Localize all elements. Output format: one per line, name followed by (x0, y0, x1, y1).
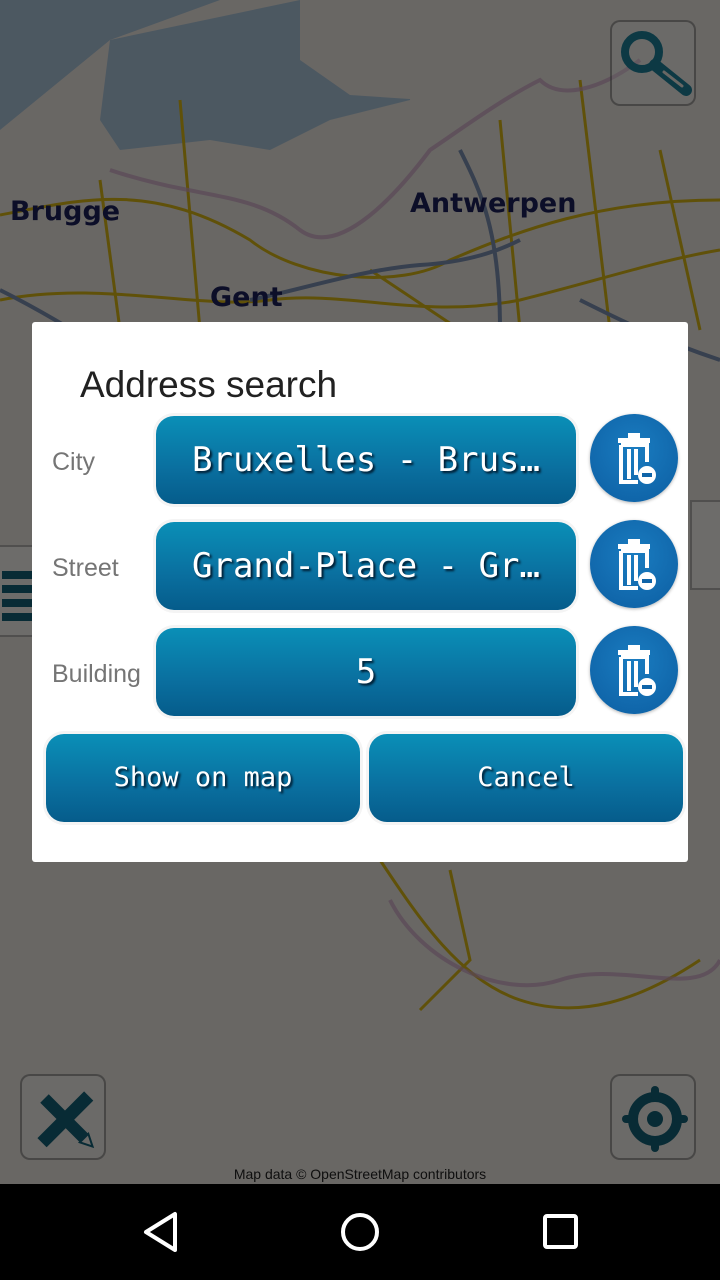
home-button[interactable] (330, 1204, 390, 1260)
home-circle-icon (341, 1213, 379, 1251)
system-navigation-bar (0, 1184, 720, 1280)
address-search-dialog: Address search City Bruxelles - Brus… St… (32, 322, 688, 862)
street-field[interactable]: Grand-Place - Gr… (156, 522, 576, 610)
city-label: City (52, 448, 96, 476)
clear-street-button[interactable] (590, 520, 678, 608)
back-button[interactable] (130, 1204, 190, 1260)
trash-icon (618, 645, 656, 696)
building-label: Building (52, 660, 141, 688)
street-label: Street (52, 554, 119, 582)
trash-icon (618, 539, 656, 590)
trash-icon (618, 433, 656, 484)
cancel-button[interactable]: Cancel (369, 734, 683, 822)
recents-square-icon (543, 1214, 578, 1249)
dialog-title: Address search (80, 364, 338, 405)
show-on-map-button[interactable]: Show on map (46, 734, 360, 822)
clear-city-button[interactable] (590, 414, 678, 502)
back-triangle-icon (144, 1212, 177, 1252)
city-field[interactable]: Bruxelles - Brus… (156, 416, 576, 504)
building-field[interactable]: 5 (156, 628, 576, 716)
clear-building-button[interactable] (590, 626, 678, 714)
recents-button[interactable] (530, 1204, 590, 1260)
